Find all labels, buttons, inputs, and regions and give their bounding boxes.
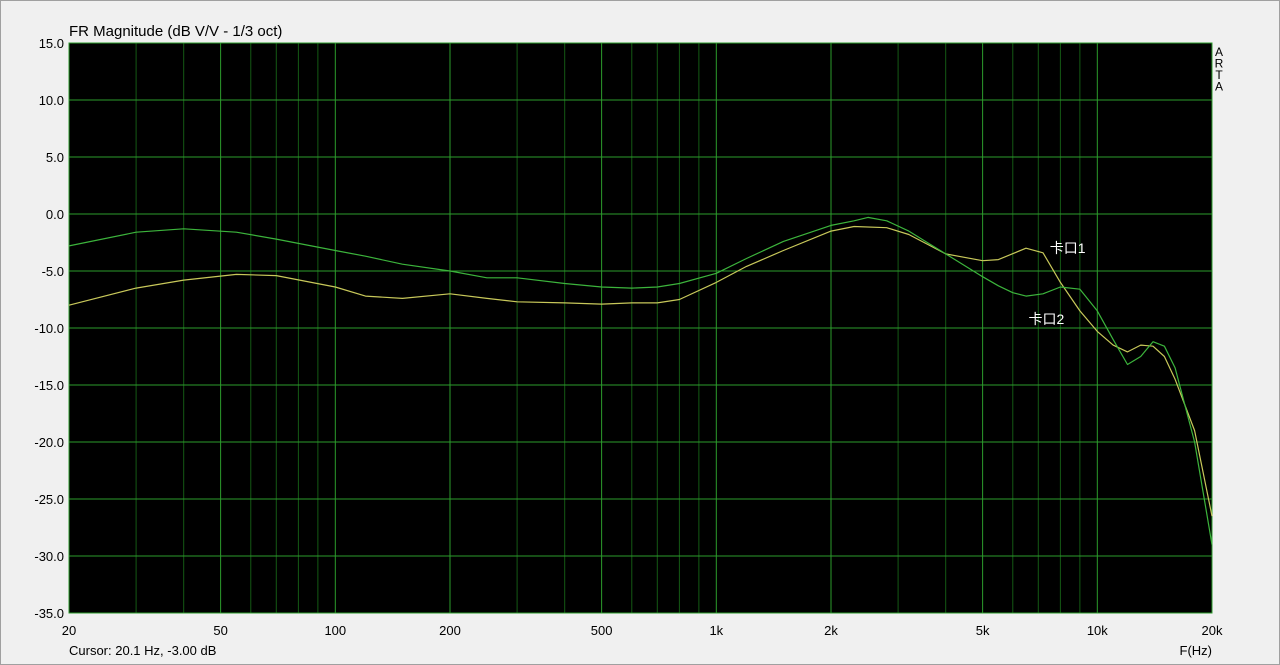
- x-tick-label: 500: [591, 623, 613, 638]
- x-tick-label: 2k: [824, 623, 838, 638]
- x-tick-label: 20k: [1202, 623, 1223, 638]
- cursor-readout: Cursor: 20.1 Hz, -3.00 dB: [69, 643, 216, 658]
- x-tick-label: 200: [439, 623, 461, 638]
- watermark-letter: A: [1215, 80, 1223, 94]
- y-tick-label: -25.0: [34, 492, 64, 507]
- x-axis-label: F(Hz): [1180, 643, 1213, 658]
- x-tick-label: 1k: [709, 623, 723, 638]
- x-tick-label: 50: [213, 623, 227, 638]
- frequency-response-chart: FR Magnitude (dB V/V - 1/3 oct) 卡口1 卡口2 1…: [0, 0, 1280, 665]
- y-tick-label: -5.0: [42, 264, 64, 279]
- y-tick-label: -35.0: [34, 606, 64, 621]
- x-tick-label: 100: [324, 623, 346, 638]
- y-tick-label: -15.0: [34, 378, 64, 393]
- y-tick-label: 5.0: [46, 150, 64, 165]
- y-tick-label: 15.0: [39, 36, 64, 51]
- series-label-1: 卡口1: [1050, 240, 1086, 256]
- series-label-2: 卡口2: [1029, 311, 1065, 327]
- arta-watermark: ARTA: [1215, 45, 1224, 94]
- x-tick-label: 5k: [976, 623, 990, 638]
- x-tick-label: 20: [62, 623, 76, 638]
- y-tick-label: 0.0: [46, 207, 64, 222]
- y-tick-label: -10.0: [34, 321, 64, 336]
- y-tick-label: 10.0: [39, 93, 64, 108]
- y-tick-label: -20.0: [34, 435, 64, 450]
- chart-title: FR Magnitude (dB V/V - 1/3 oct): [69, 23, 282, 40]
- y-tick-label: -30.0: [34, 549, 64, 564]
- x-tick-label: 10k: [1087, 623, 1108, 638]
